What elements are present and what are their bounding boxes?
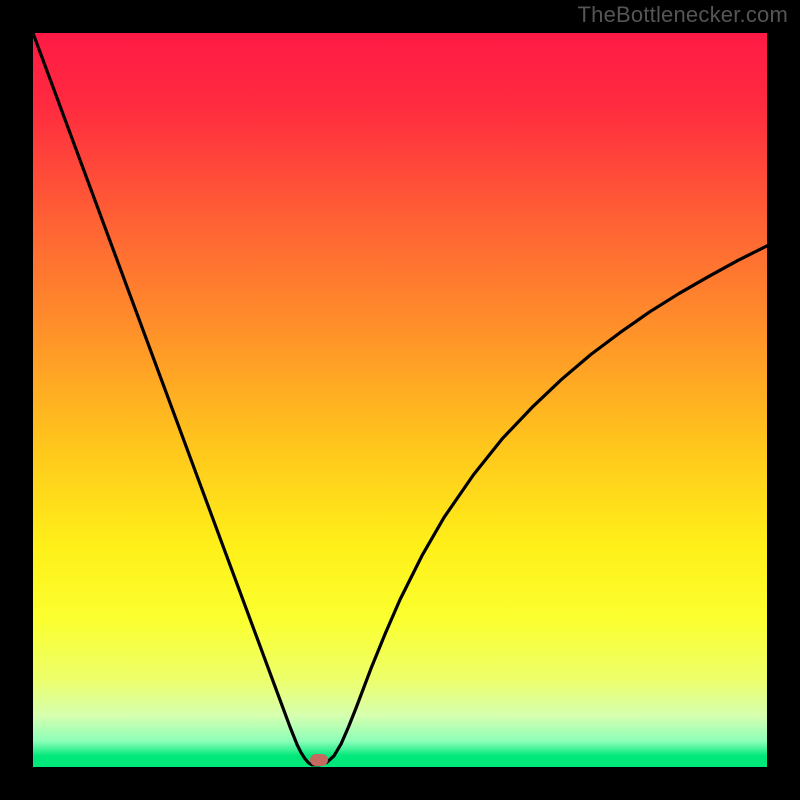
bottleneck-chart <box>33 33 767 767</box>
optimal-point-marker <box>310 754 328 766</box>
chart-background <box>33 33 767 767</box>
chart-container <box>33 33 767 767</box>
attribution-text: TheBottlenecker.com <box>578 2 788 28</box>
